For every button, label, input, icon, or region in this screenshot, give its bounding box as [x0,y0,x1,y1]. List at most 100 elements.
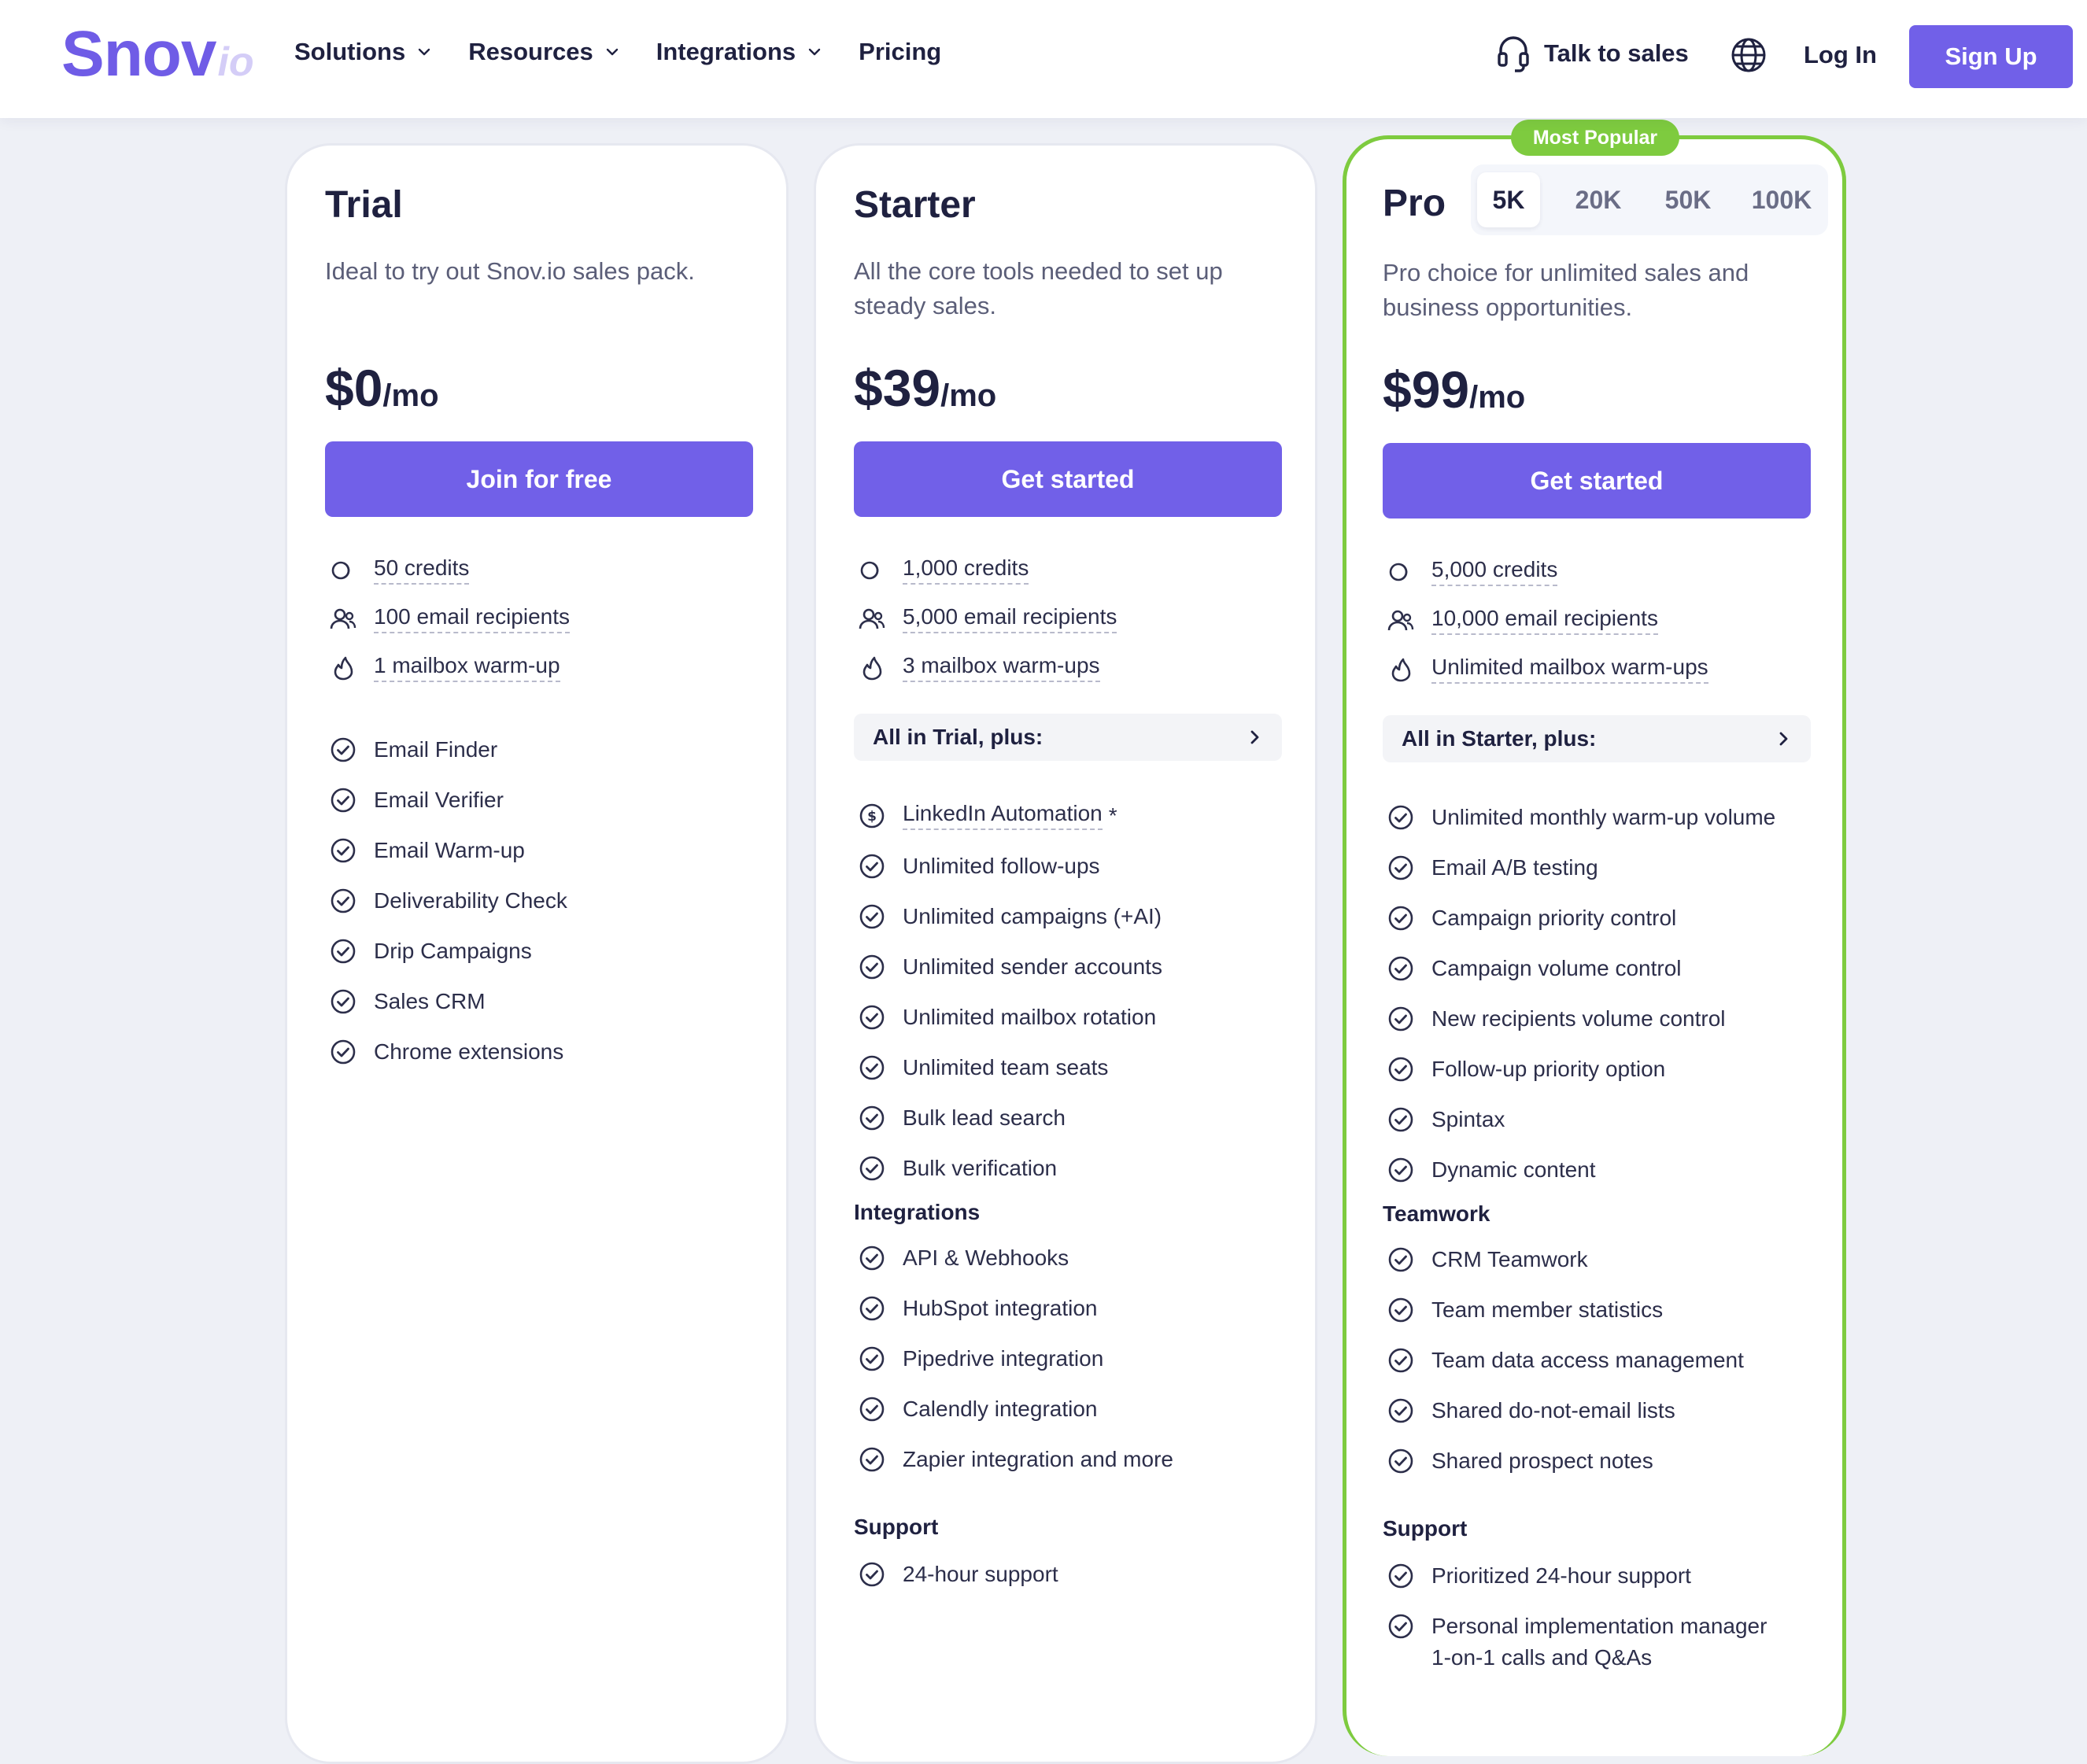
list-item: Shared do-not-email lists [1383,1395,1823,1445]
globe-icon[interactable] [1730,36,1767,74]
all-in-starter-plus-toggle[interactable]: All in Starter, plus: [1383,715,1811,762]
list-item: 100 email recipients [325,603,766,633]
list-item: Team data access management [1383,1345,1823,1395]
list-item: Prioritized 24-hour support [1383,1560,1823,1611]
price-amount: $39 [854,359,941,417]
feature-label: HubSpot integration [903,1296,1098,1320]
feature-label: CRM Teamwork [1431,1247,1588,1271]
limit-recipients[interactable]: 100 email recipients [374,603,571,633]
all-in-trial-plus-toggle[interactable]: All in Trial, plus: [854,714,1282,761]
features-list: Unlimited monthly warm-up volume Email A… [1383,802,1823,1205]
list-item: 1 mailbox warm-up [325,652,766,682]
list-item: Sales CRM [325,986,766,1036]
limit-credits[interactable]: 1,000 credits [903,555,1029,585]
feature-label: Dynamic content [1431,1157,1596,1182]
list-item: 24-hour support [854,1559,1295,1609]
list-item: Team member statistics [1383,1294,1823,1345]
credits-coin-icon [331,561,350,580]
svg-text:$: $ [867,809,877,825]
tier-100k[interactable]: 100K [1738,172,1825,227]
list-item: Pipedrive integration [854,1343,1295,1393]
credit-tier-switcher: 5K 20K 50K 100K [1471,164,1828,235]
check-circle-icon [1388,1398,1413,1423]
check-circle-icon [1388,855,1413,880]
check-circle-icon [1388,1348,1413,1373]
feature-label: Unlimited monthly warm-up volume [1431,805,1776,829]
snov-logo[interactable]: Snov io [61,17,254,96]
tier-5k[interactable]: 5K [1477,172,1540,227]
login-link[interactable]: Log In [1804,41,1877,69]
flame-icon [863,656,882,681]
chevron-right-icon [1250,730,1259,744]
check-circle-icon [859,854,885,879]
limit-warmups[interactable]: 3 mailbox warm-ups [903,652,1100,682]
talk-to-sales-link[interactable]: Talk to sales [1497,35,1689,72]
check-circle-icon [859,1296,885,1321]
get-started-button[interactable]: Get started [854,441,1282,517]
price-period: /mo [382,378,439,413]
get-started-button[interactable]: Get started [1383,443,1811,518]
list-item: New recipients volume control [1383,1003,1823,1054]
list-item: Drip Campaigns [325,936,766,986]
feature-label: Campaign priority control [1431,906,1677,930]
list-item: Email Verifier [325,784,766,835]
limit-recipients[interactable]: 10,000 email recipients [1431,605,1658,635]
feature-label: Team data access management [1431,1348,1744,1372]
limit-warmups[interactable]: 1 mailbox warm-up [374,652,560,682]
check-circle-icon [859,954,885,980]
check-circle-icon [1388,956,1413,981]
list-item: Unlimited sender accounts [854,951,1295,1002]
tier-20k[interactable]: 20K [1559,172,1638,227]
nav-resources[interactable]: Resources [468,38,620,66]
signup-button[interactable]: Sign Up [1909,25,2073,88]
check-circle-icon [331,737,356,762]
price-period: /mo [1469,380,1526,415]
feature-label: Pipedrive integration [903,1346,1104,1371]
feature-label: Unlimited sender accounts [903,954,1162,979]
dollar-circle-icon: $ [859,803,885,828]
join-for-free-button[interactable]: Join for free [325,441,753,517]
plan-price: $0 /mo [325,358,439,418]
list-item: Calendly integration [854,1393,1295,1444]
list-item: Personal implementation manager 1-on-1 c… [1383,1611,1792,1674]
limit-credits[interactable]: 5,000 credits [1431,556,1558,586]
check-circle-icon [859,1346,885,1371]
flame-icon [1391,658,1411,682]
nav-integrations[interactable]: Integrations [656,38,822,66]
list-item: Bulk verification [854,1153,1295,1203]
feature-linkedin-automation[interactable]: LinkedIn Automation [903,800,1103,830]
plus-bar-label: All in Trial, plus: [873,725,1044,749]
feature-label: Unlimited team seats [903,1055,1109,1079]
check-circle-icon [1388,1107,1413,1132]
list-item: Bulk lead search [854,1102,1295,1153]
feature-label: Bulk lead search [903,1105,1066,1130]
list-item: Unlimited mailbox rotation [854,1002,1295,1052]
list-item: Unlimited team seats [854,1052,1295,1102]
plan-description: Pro choice for unlimited sales and busin… [1383,259,1749,321]
check-circle-icon [859,1055,885,1080]
list-item: Unlimited monthly warm-up volume [1383,802,1823,852]
plan-card-trial: Trial Ideal to try out Snov.io sales pac… [285,143,789,1764]
list-item: HubSpot integration [854,1293,1295,1343]
top-header: Snov io Solutions Resources Integrations… [0,0,2087,118]
logo-suffix: io [217,39,254,85]
limit-warmups[interactable]: Unlimited mailbox warm-ups [1431,654,1708,684]
check-circle-icon [1388,1563,1413,1589]
list-item: Dynamic content [1383,1154,1823,1205]
chevron-right-icon [1779,732,1788,746]
limit-credits[interactable]: 50 credits [374,555,470,585]
list-item: Zapier integration and more [854,1444,1295,1494]
check-circle-icon [859,1562,885,1587]
check-circle-icon [859,1447,885,1472]
plan-description: Ideal to try out Snov.io sales pack. [325,257,695,285]
feature-label: Unlimited campaigns (+AI) [903,904,1162,928]
plan-card-starter: Starter All the core tools needed to set… [814,143,1317,1764]
limit-recipients[interactable]: 5,000 email recipients [903,603,1117,633]
feature-label: Email Verifier [374,788,504,812]
support-heading: Support [1383,1516,1468,1541]
nav-pricing[interactable]: Pricing [859,38,941,66]
tier-50k[interactable]: 50K [1649,172,1727,227]
feature-label: Bulk verification [903,1156,1058,1180]
list-item: Unlimited campaigns (+AI) [854,901,1295,951]
nav-solutions[interactable]: Solutions [294,38,432,66]
